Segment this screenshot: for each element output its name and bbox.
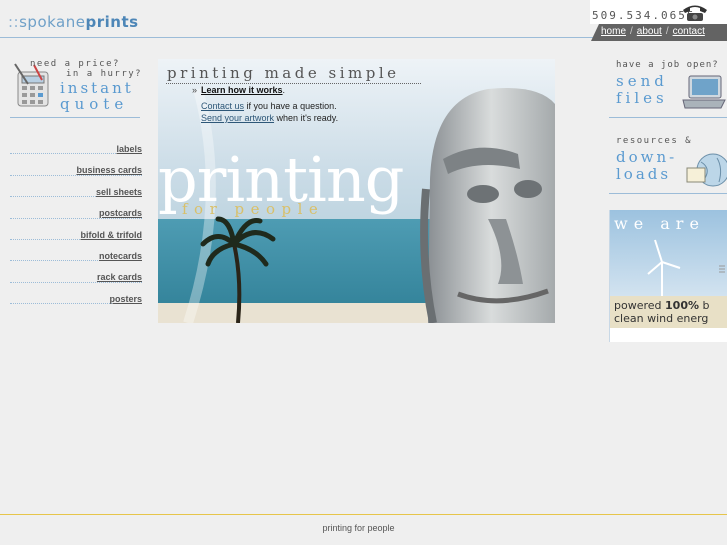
banner-tagline: for people — [182, 200, 325, 218]
logo-prefix: :: — [8, 13, 20, 31]
contact-line: Contact us if you have a question. — [201, 101, 337, 111]
right-rule-1 — [609, 117, 727, 118]
scroll-grip-icon[interactable] — [718, 263, 726, 275]
wind-powered-suffix: b — [699, 299, 710, 312]
resources-line-3: loads — [616, 165, 672, 183]
send-files-promo[interactable]: have a job open? send files — [609, 58, 727, 116]
product-list: labels business cards sell sheets postca… — [10, 133, 142, 305]
wind-powered-prefix: powered — [614, 299, 666, 312]
footer-text: printing for people — [322, 523, 395, 533]
footer-rule — [0, 514, 727, 515]
product-item: postcards — [10, 197, 142, 219]
banner-title: printing made simple — [167, 64, 400, 82]
hero-banner: printing made simple » Learn how it works… — [158, 59, 555, 323]
header-rule — [0, 37, 593, 38]
product-item: posters — [10, 283, 142, 305]
banner-dotted-rule — [166, 83, 421, 84]
logo-light: spokane — [19, 13, 86, 31]
product-link-business-cards[interactable]: business cards — [76, 165, 142, 175]
left-rule — [10, 117, 140, 118]
product-item: notecards — [10, 240, 142, 262]
send-artwork-link[interactable]: Send your artwork — [201, 113, 274, 123]
resources-line-2: down- — [616, 148, 678, 166]
product-item: sell sheets — [10, 176, 142, 198]
nav-separator: / — [630, 26, 633, 37]
contact-text: if you have a question. — [244, 101, 337, 111]
instant-quote-promo[interactable]: need a price? in a hurry? instant quote — [12, 58, 147, 116]
contact-us-link[interactable]: Contact us — [201, 101, 244, 111]
upload-text: when it's ready. — [274, 113, 339, 123]
product-link-sell-sheets[interactable]: sell sheets — [96, 187, 142, 197]
learn-how-link[interactable]: Learn how it works — [201, 85, 283, 95]
product-link-labels[interactable]: labels — [116, 144, 142, 154]
product-link-notecards[interactable]: notecards — [99, 251, 142, 261]
job-line-1: have a job open? — [616, 60, 719, 70]
job-line-2: send — [616, 72, 668, 90]
nav-separator: / — [665, 26, 669, 37]
telephone-icon — [683, 5, 707, 21]
product-item: business cards — [10, 154, 142, 176]
learn-line: » Learn how it works. — [192, 85, 285, 95]
quote-line-2: in a hurry? — [66, 69, 143, 79]
top-nav: home / about / contact — [601, 26, 705, 37]
resources-line-1: resources & — [616, 136, 693, 146]
product-link-postcards[interactable]: postcards — [99, 208, 142, 218]
upload-line: Send your artwork when it's ready. — [201, 113, 338, 123]
nav-home-link[interactable]: home — [601, 26, 626, 37]
product-item: rack cards — [10, 261, 142, 283]
globe-icon — [686, 153, 727, 187]
wind-percent: 100% — [665, 299, 699, 312]
resources-promo[interactable]: resources & down- loads — [609, 132, 727, 190]
product-link-posters[interactable]: posters — [109, 294, 142, 304]
logo-bold: prints — [85, 13, 139, 31]
site-logo[interactable]: ::spokaneprints — [8, 13, 139, 31]
product-link-rack-cards[interactable]: rack cards — [97, 272, 142, 282]
quote-line-4: quote — [60, 95, 129, 113]
product-link-bifold-trifold[interactable]: bifold & trifold — [81, 230, 142, 240]
nav-about-link[interactable]: about — [637, 26, 662, 37]
job-line-3: files — [616, 89, 668, 107]
bullet-icon: » — [192, 85, 198, 95]
learn-suffix: . — [282, 85, 286, 95]
quote-line-1: need a price? — [30, 59, 120, 69]
wind-caption-2: clean wind energ — [614, 312, 709, 325]
laptop-icon — [682, 75, 726, 109]
product-item: labels — [10, 133, 142, 155]
wind-energy-promo[interactable]: we are powered 100% b clean wind energ — [609, 210, 727, 342]
wind-headline: we are — [614, 214, 705, 233]
product-item: bifold & trifold — [10, 219, 142, 240]
right-rule-2 — [609, 193, 727, 194]
wind-caption-1: powered 100% b — [614, 299, 709, 312]
nav-contact-link[interactable]: contact — [673, 26, 705, 37]
